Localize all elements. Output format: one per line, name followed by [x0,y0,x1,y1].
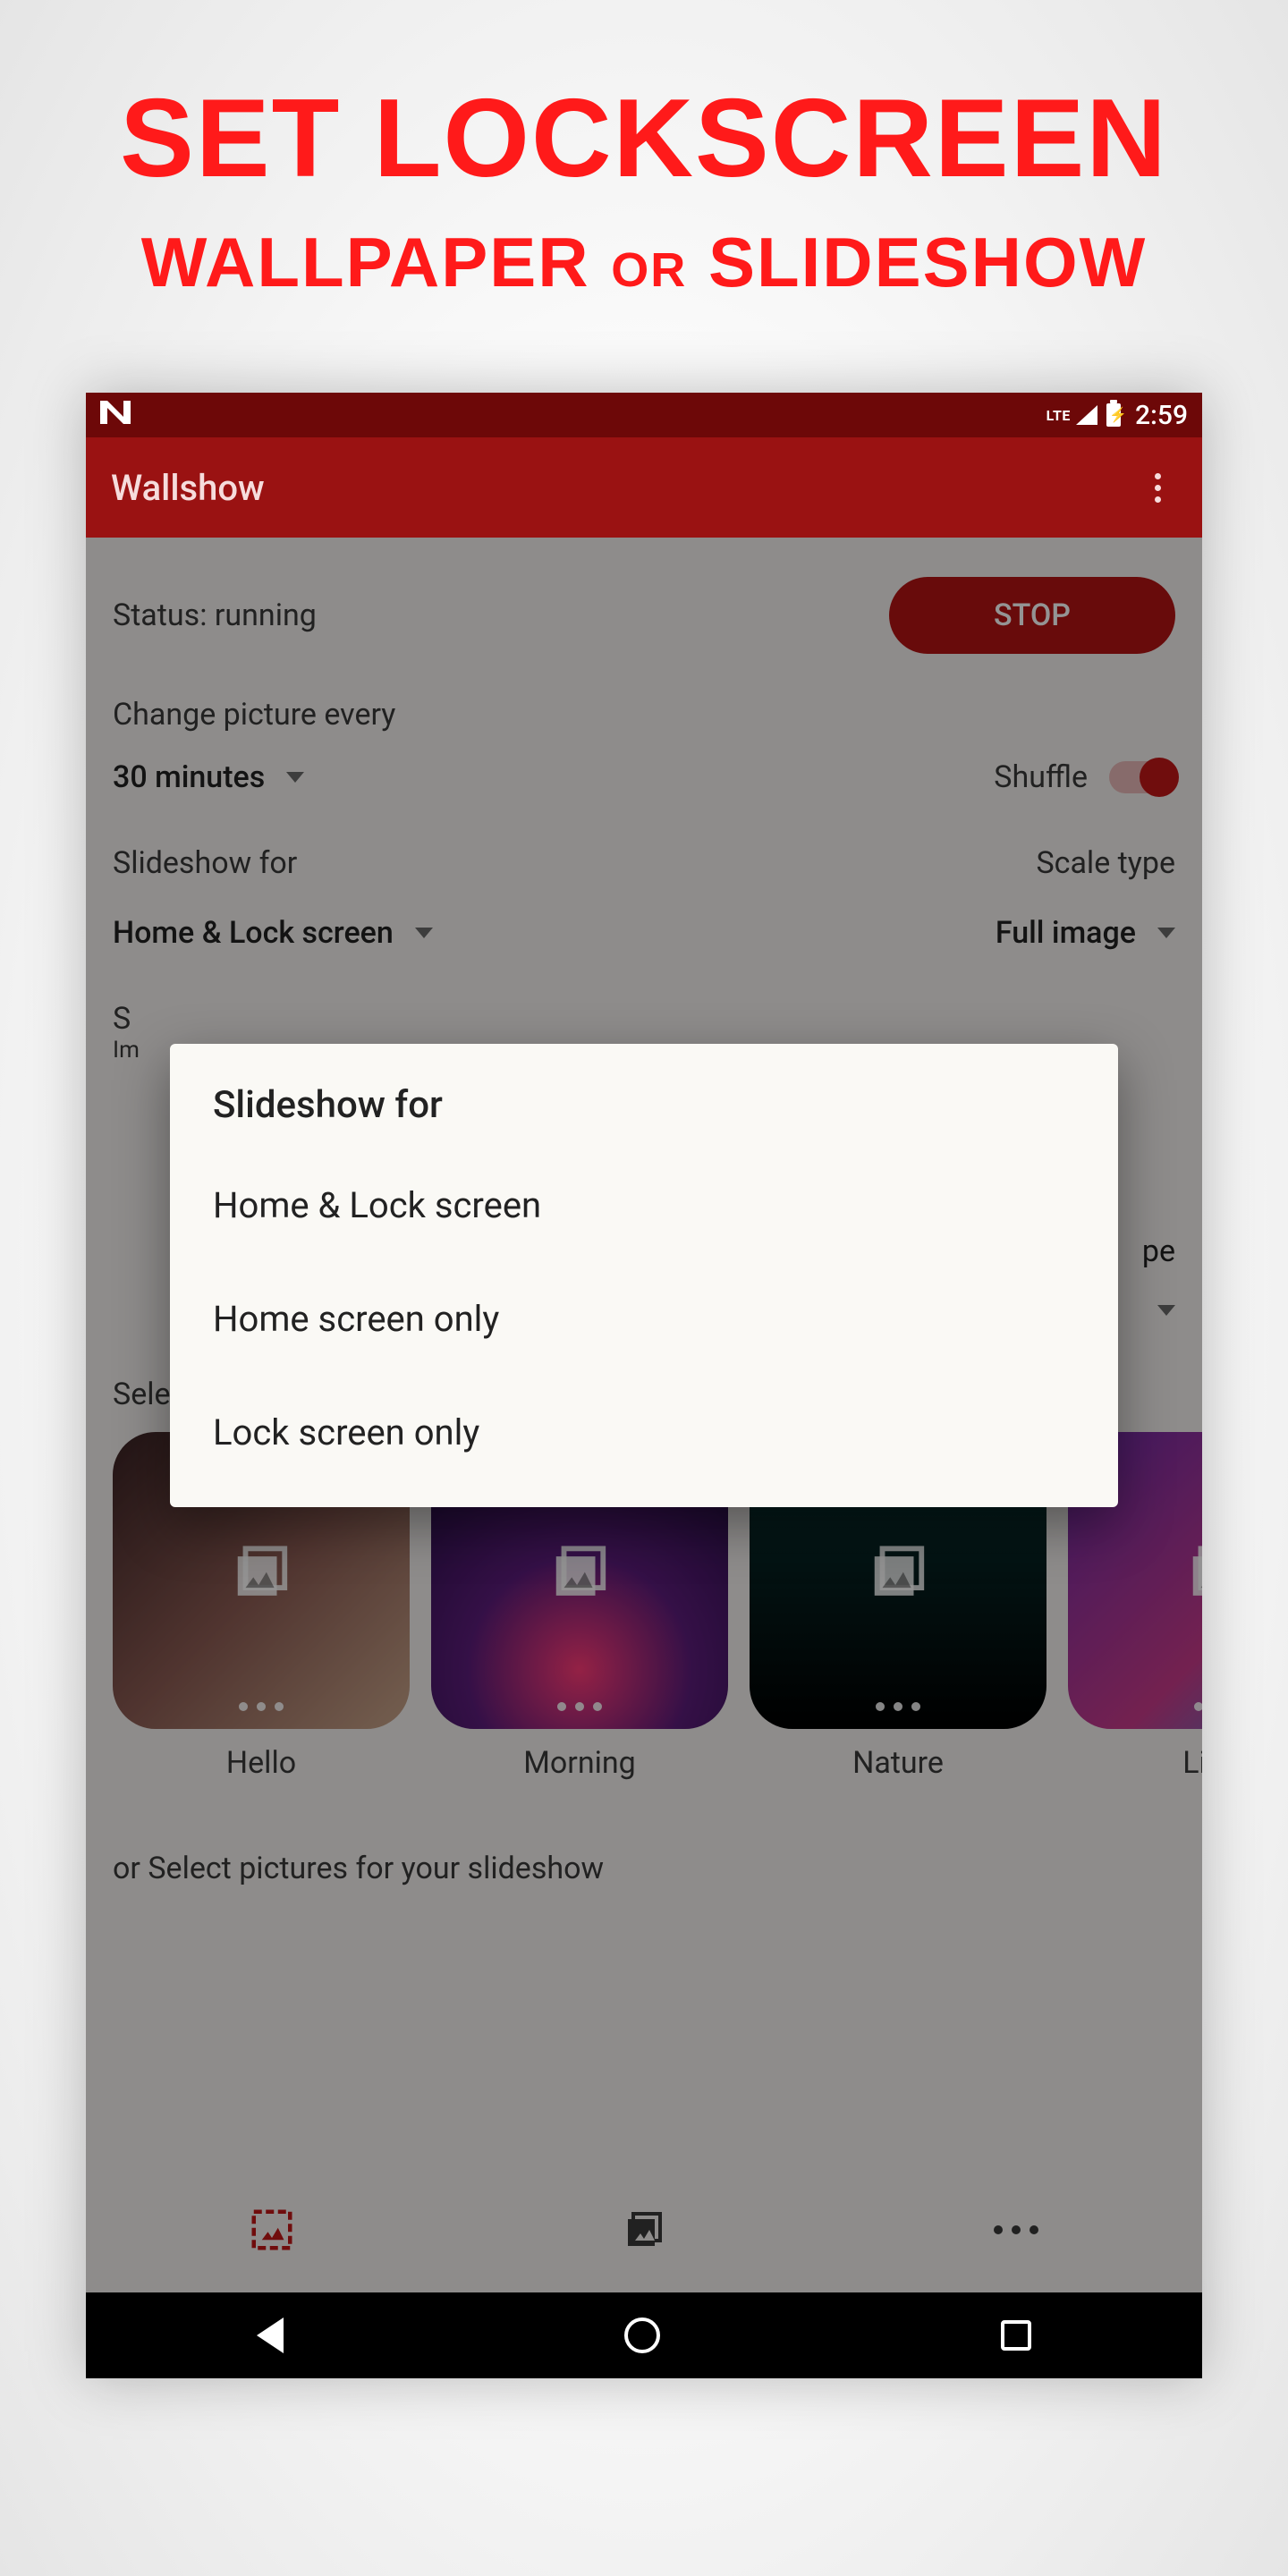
nav-recent-button[interactable] [1001,2320,1031,2351]
promo-sub-or: OR [611,243,687,297]
more-vert-icon [1155,473,1161,503]
promo-title: SET LOCKSCREEN [120,80,1168,197]
slideshow-for-dialog: Slideshow for Home & Lock screen Home sc… [170,1044,1118,1507]
dialog-option-home-lock[interactable]: Home & Lock screen [170,1148,1118,1262]
dialog-title: Slideshow for [170,1083,1118,1148]
dialog-option-lock-only[interactable]: Lock screen only [170,1376,1118,1489]
signal-icon [1076,405,1097,425]
overflow-menu-button[interactable] [1138,468,1177,507]
status-n-icon [100,401,131,430]
promo-subtitle: WALLPAPER OR SLIDESHOW [141,222,1148,303]
network-type: LTE [1046,407,1071,424]
promo-sub-wallpaper: WALLPAPER [141,223,590,301]
promo-sub-slideshow: SLIDESHOW [708,223,1147,301]
home-icon [624,2318,660,2353]
recent-icon [1001,2320,1031,2351]
clock: 2:59 [1135,400,1188,431]
dialog-option-home-only[interactable]: Home screen only [170,1262,1118,1376]
app-title: Wallshow [111,467,265,509]
nav-home-button[interactable] [624,2318,660,2353]
phone-frame: LTE ⚡ 2:59 Wallshow Status: running STOP… [86,393,1202,2378]
app-bar: Wallshow [86,437,1202,538]
system-nav-bar [86,2292,1202,2378]
promo-background: SET LOCKSCREEN WALLPAPER OR SLIDESHOW LT… [0,0,1288,2576]
battery-charging-icon: ⚡ [1106,403,1121,427]
nav-back-button[interactable] [257,2318,284,2353]
back-icon [257,2318,284,2353]
status-bar: LTE ⚡ 2:59 [86,393,1202,437]
